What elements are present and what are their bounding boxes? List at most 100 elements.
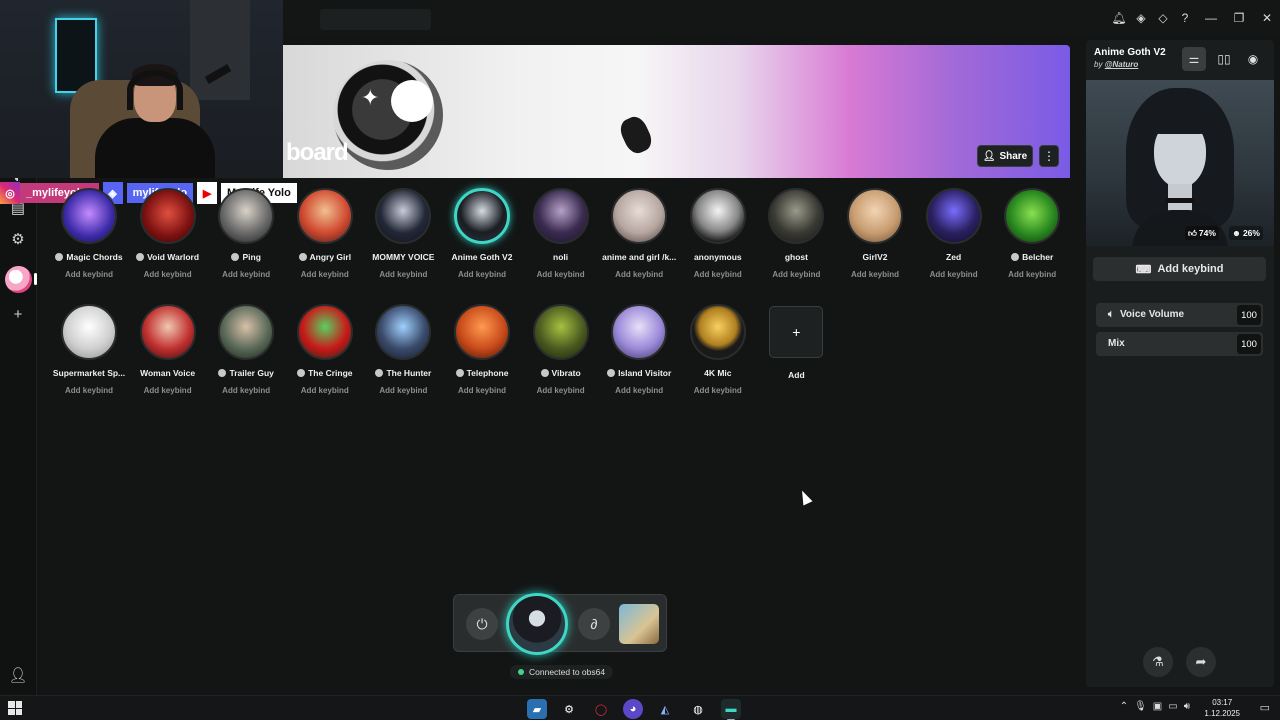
voice-avatar[interactable]	[454, 188, 510, 244]
close-button[interactable]: ✕	[1254, 7, 1280, 29]
add-keybind-link[interactable]: Add keybind	[521, 270, 601, 279]
like-rating[interactable]: 👍︎ 74%	[1185, 226, 1219, 240]
voice-tile[interactable]: Zed Add keybind	[914, 188, 994, 279]
voice-avatar[interactable]	[139, 188, 196, 244]
voice-tile[interactable]: Angry Girl Add keybind	[285, 188, 365, 279]
network-icon[interactable]: ▭	[1168, 701, 1177, 712]
obs-icon[interactable]: ◍	[688, 699, 708, 719]
mix-value[interactable]: 100	[1237, 334, 1261, 354]
voice-tile[interactable]: Vibrato Add keybind	[521, 304, 601, 395]
active-voice-avatar[interactable]	[506, 593, 568, 655]
windows-start-icon[interactable]	[8, 701, 22, 715]
opera-icon[interactable]: ◯	[591, 699, 611, 719]
hear-myself-icon[interactable]: ∂	[578, 608, 610, 640]
voice-tile[interactable]: Ping Add keybind	[206, 188, 286, 279]
add-keybind-link[interactable]: Add keybind	[363, 386, 443, 395]
voice-tile[interactable]: Void Warlord Add keybind	[128, 188, 208, 279]
voice-tile[interactable]: Woman Voice Add keybind	[128, 304, 208, 395]
voice-avatar[interactable]	[532, 188, 589, 244]
add-keybind-link[interactable]: Add keybind	[521, 386, 601, 395]
discord-icon[interactable]: ◈	[1130, 7, 1152, 29]
voice-avatar[interactable]	[375, 304, 432, 360]
add-keybind-link[interactable]: Add keybind	[914, 270, 994, 279]
voice-tile[interactable]: The Hunter Add keybind	[363, 304, 443, 395]
voice-avatar[interactable]	[296, 188, 353, 244]
voice-avatar[interactable]	[218, 304, 275, 360]
voice-tile[interactable]: 4K Mic Add keybind	[678, 304, 758, 395]
steam-link-icon[interactable]: ⚙	[559, 699, 579, 719]
voice-avatar[interactable]	[611, 304, 668, 360]
files-app-icon[interactable]: ▰	[527, 699, 547, 719]
add-keybind-button[interactable]: ⌨ Add keybind	[1093, 257, 1266, 281]
voice-tile[interactable]: The Cringe Add keybind	[285, 304, 365, 395]
soundboard-thumbnail[interactable]	[619, 604, 659, 644]
steam-icon[interactable]: ◭	[655, 699, 675, 719]
voice-avatar[interactable]	[61, 188, 117, 244]
ticket-icon[interactable]: ◇	[1152, 7, 1174, 29]
voice-tile[interactable]: GirlV2 Add keybind	[835, 188, 915, 279]
voice-tile[interactable]: anime and girl /k... Add keybind	[599, 188, 679, 279]
voice-avatar[interactable]	[375, 188, 432, 244]
add-keybind-link[interactable]: Add keybind	[49, 270, 129, 279]
record-icon[interactable]: ◉	[1241, 47, 1265, 71]
add-keybind-link[interactable]: Add keybind	[49, 386, 129, 395]
voice-avatar[interactable]	[689, 304, 746, 360]
add-keybind-link[interactable]: Add keybind	[206, 270, 286, 279]
microphone-icon[interactable]: 🎙︎	[1134, 701, 1147, 712]
add-keybind-link[interactable]: Add keybind	[442, 270, 522, 279]
voice-tile[interactable]: Island Visitor Add keybind	[599, 304, 679, 395]
screenshot-icon[interactable]: ▣	[1153, 701, 1162, 712]
voice-avatar[interactable]	[611, 188, 668, 244]
voice-avatar[interactable]	[532, 304, 589, 360]
potion-icon[interactable]: ⚗	[1143, 647, 1173, 677]
add-keybind-link[interactable]: Add keybind	[285, 386, 365, 395]
bell-icon[interactable]: 🔔︎	[1108, 7, 1130, 29]
dislike-rating[interactable]: ☻ 26%	[1229, 226, 1263, 240]
add-keybind-link[interactable]: Add keybind	[363, 270, 443, 279]
voice-tile[interactable]: Telephone Add keybind	[442, 304, 522, 395]
add-keybind-link[interactable]: Add keybind	[678, 270, 758, 279]
voice-tile[interactable]: noli Add keybind	[521, 188, 601, 279]
voice-avatar[interactable]	[689, 188, 746, 244]
voicemod-taskbar-icon[interactable]: ▬	[721, 699, 741, 720]
author-link[interactable]: @Naturo	[1105, 60, 1139, 69]
book-icon[interactable]: ▯▯	[1212, 47, 1236, 71]
voice-tile[interactable]: Anime Goth V2 Add keybind	[442, 188, 522, 279]
add-voice-tile[interactable]: + Add	[756, 304, 836, 380]
voice-avatar[interactable]	[1004, 188, 1061, 244]
add-keybind-link[interactable]: Add keybind	[128, 270, 208, 279]
voice-tile[interactable]: Supermarket Sp... Add keybind	[49, 304, 129, 395]
add-keybind-link[interactable]: Add keybind	[599, 386, 679, 395]
plus-icon[interactable]: +	[769, 306, 824, 358]
add-keybind-link[interactable]: Add keybind	[992, 270, 1072, 279]
add-keybind-link[interactable]: Add keybind	[206, 386, 286, 395]
maximize-button[interactable]: ❐	[1226, 7, 1252, 29]
add-keybind-link[interactable]: Add keybind	[599, 270, 679, 279]
add-keybind-link[interactable]: Add keybind	[128, 386, 208, 395]
voice-volume-value[interactable]: 100	[1237, 305, 1261, 325]
search-bar[interactable]	[320, 9, 431, 30]
add-keybind-link[interactable]: Add keybind	[442, 386, 522, 395]
settings-icon[interactable]: ⚙	[6, 227, 30, 251]
add-keybind-link[interactable]: Add keybind	[756, 270, 836, 279]
voice-tile[interactable]: Trailer Guy Add keybind	[206, 304, 286, 395]
chevron-up-icon[interactable]: ⌃	[1120, 701, 1128, 712]
power-icon[interactable]: ⏻	[466, 608, 498, 640]
voice-avatar[interactable]	[847, 188, 903, 244]
more-options-button[interactable]: ⋮	[1039, 145, 1059, 167]
voice-avatar[interactable]	[768, 188, 825, 244]
mix-slider[interactable]: Mix 100	[1096, 332, 1263, 356]
voice-tile[interactable]: Belcher Add keybind	[992, 188, 1072, 279]
account-icon[interactable]: 👤︎	[6, 663, 30, 687]
voice-avatar[interactable]	[61, 304, 117, 360]
chat-app-icon[interactable]: ◕	[623, 699, 643, 719]
voice-tile[interactable]: anonymous Add keybind	[678, 188, 758, 279]
voice-avatar[interactable]	[925, 188, 982, 244]
voice-avatar[interactable]	[218, 188, 275, 244]
voice-tile[interactable]: Magic Chords Add keybind	[49, 188, 129, 279]
minimize-button[interactable]: —	[1198, 7, 1224, 29]
voice-tile[interactable]: MOMMY VOICE Add keybind	[363, 188, 443, 279]
voice-avatar[interactable]	[454, 304, 510, 360]
share-arrow-icon[interactable]: ➦	[1186, 647, 1216, 677]
taskbar-clock[interactable]: 03:17 1.12.2025	[1204, 697, 1240, 719]
